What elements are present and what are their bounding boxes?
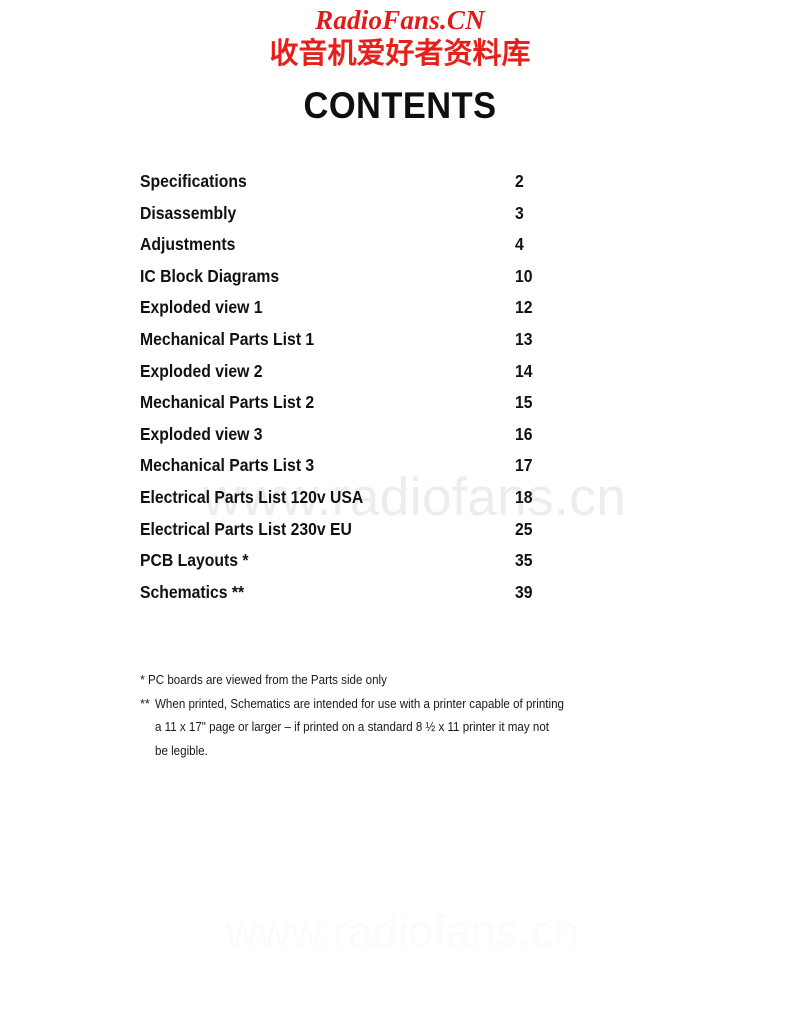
toc-entry-page: 3 [515,202,524,223]
footnote-double-continuation: be legible. [140,740,660,764]
toc-entry-label: Specifications [140,171,247,191]
toc-entry: Electrical Parts List 230v EU 25 [140,514,610,546]
toc-entry: Electrical Parts List 120v USA 18 [140,482,610,514]
toc-entry: Adjustments 4 [140,229,610,261]
footnote-marker-double: ** [140,696,150,711]
toc-entry: PCB Layouts * 35 [140,545,610,577]
document-page: www.radiofans.cn www.radiofans.cn RadioF… [0,0,800,1036]
page-title: CONTENTS [303,85,497,126]
toc-entry: Exploded view 2 14 [140,356,610,388]
toc-entry-label: IC Block Diagrams [140,265,280,286]
toc-entry-page: 35 [515,550,533,571]
toc-entry-label: Adjustments [140,234,236,255]
watermark-lower: www.radiofans.cn [226,907,579,956]
toc-entry-page: 14 [515,360,533,381]
footnote-double-line1: When printed, Schematics are intended fo… [155,696,564,711]
toc-entry-label: Electrical Parts List 120v USA [140,486,364,507]
footnote-single: * PC boards are viewed from the Parts si… [140,669,660,693]
footnote-marker-single: * [140,673,145,687]
brand-latin-text: RadioFans.CN [315,5,485,35]
toc-entry-page: 17 [515,455,533,476]
toc-entry: Mechanical Parts List 1 13 [140,324,610,356]
toc-entry-label: Electrical Parts List 230v EU [140,518,352,539]
toc-entry: Exploded view 1 12 [140,292,610,324]
toc-entry: IC Block Diagrams 10 [140,261,610,293]
toc-entry-page: 18 [515,486,533,507]
toc-entry: Exploded view 3 16 [140,419,610,451]
footnote-double-continuation: a 11 x 17" page or larger – if printed o… [140,716,660,740]
toc-entry-label: Disassembly [140,202,237,223]
toc-entry-label: Exploded view 3 [140,423,263,444]
toc-entry-page: 2 [515,171,524,191]
toc-entry-page: 12 [515,297,533,318]
toc-entry-label: Mechanical Parts List 2 [140,392,315,413]
toc-entry-page: 15 [515,392,533,413]
brand-chinese-text: 收音机爱好者资料库 [269,36,531,70]
toc-entry: Mechanical Parts List 3 17 [140,450,610,482]
toc-entry-page: 39 [515,581,533,602]
toc-entry: Specifications 2 [140,166,610,198]
footnote-single-text: PC boards are viewed from the Parts side… [148,673,387,687]
toc-entry-label: PCB Layouts * [140,550,249,571]
toc-entry: Disassembly 3 [140,198,610,230]
toc-entry-label: Exploded view 2 [140,360,263,381]
footnote-double: ** When printed, Schematics are intended… [140,693,660,717]
toc-entry: Schematics ** 39 [140,577,610,609]
toc-entry-page: 25 [515,518,533,539]
toc-entry-label: Mechanical Parts List 3 [140,455,315,476]
table-of-contents: Specifications 2 Disassembly 3 Adjustmen… [140,166,610,608]
toc-entry-page: 16 [515,423,533,444]
footnote-double-line2: a 11 x 17" page or larger – if printed o… [155,720,549,734]
toc-entry-page: 13 [515,328,533,349]
toc-entry-label: Mechanical Parts List 1 [140,328,315,349]
toc-entry-page: 10 [515,265,533,286]
footnote-double-line3: be legible. [155,743,208,758]
footnotes: * PC boards are viewed from the Parts si… [140,669,660,763]
toc-entry-page: 4 [515,234,524,255]
toc-entry: Mechanical Parts List 2 15 [140,387,610,419]
toc-entry-label: Exploded view 1 [140,297,263,318]
toc-entry-label: Schematics ** [140,581,245,602]
